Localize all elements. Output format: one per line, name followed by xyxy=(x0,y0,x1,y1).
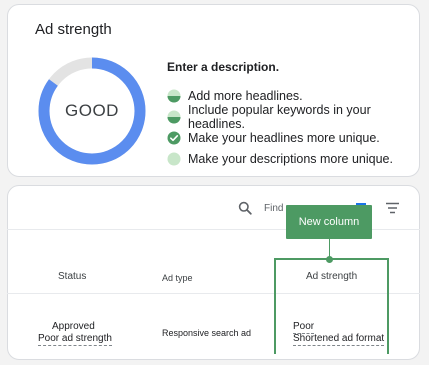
suggestion-text: Make your descriptions more unique. xyxy=(188,151,393,166)
column-header-status[interactable]: Status xyxy=(58,271,86,282)
half-filled-circle-icon xyxy=(167,110,181,123)
suggestions-heading: Enter a description. xyxy=(167,60,280,74)
suggestion-item: Make your descriptions more unique. xyxy=(167,148,419,169)
column-header-ad-type[interactable]: Ad type xyxy=(162,273,193,283)
suggestions-list: Add more headlines. Include popular keyw… xyxy=(167,85,419,169)
ad-type-value: Responsive search ad xyxy=(162,328,252,338)
ad-strength-detail[interactable]: Shortened ad format xyxy=(293,333,385,346)
empty-circle-icon xyxy=(167,152,181,165)
status-detail[interactable]: Poor ad strength xyxy=(38,333,112,346)
suggestion-text: Add more headlines. xyxy=(188,88,303,103)
suggestion-text: Make your headlines more unique. xyxy=(188,130,380,145)
new-column-callout: New column xyxy=(286,205,372,239)
ad-strength-gauge: GOOD xyxy=(36,55,148,167)
checkmark-circle-icon xyxy=(167,131,181,144)
ad-strength-rating: GOOD xyxy=(65,101,119,120)
filter-icon[interactable] xyxy=(386,202,399,214)
ad-strength-card: Ad strength GOOD Enter a description. Ad… xyxy=(7,4,420,177)
callout-dot xyxy=(326,256,333,263)
ad-strength-title: Ad strength xyxy=(35,21,112,38)
suggestion-text: Include popular keywords in your headlin… xyxy=(188,102,371,131)
suggestion-item: Include popular keywords in your headlin… xyxy=(167,103,419,131)
search-icon[interactable] xyxy=(238,201,252,215)
status-value: Approved xyxy=(52,321,95,332)
column-header-ad-strength[interactable]: Ad strength xyxy=(306,271,357,282)
half-filled-circle-icon xyxy=(167,89,181,102)
